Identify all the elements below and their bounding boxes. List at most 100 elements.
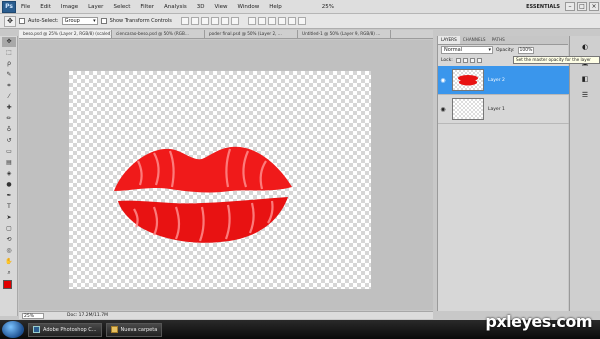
align-left-icon[interactable] (210, 17, 219, 25)
marquee-tool-icon[interactable]: ⬚ (2, 48, 16, 58)
photoshop-icon (33, 326, 40, 333)
adjustments-icon[interactable]: ◐ (578, 42, 592, 52)
document-tab-label: beso.psd @ 25% (Layer 2, RGB/8) (scaled) (23, 31, 112, 36)
taskbar-item-label: Nueva carpeta (120, 326, 158, 333)
shape-tool-icon[interactable]: ▢ (2, 224, 16, 234)
lock-image-icon[interactable] (462, 57, 468, 63)
document-tab[interactable]: beso.psd @ 25% (Layer 2, RGB/8) (scaled) (19, 30, 112, 38)
eraser-tool-icon[interactable]: ▭ (2, 147, 16, 157)
styles-icon[interactable]: ◧ (578, 74, 592, 84)
menu-3d[interactable]: 3D (192, 4, 210, 10)
layer-row[interactable]: ◉ Layer 2 (438, 66, 569, 95)
healing-brush-icon[interactable]: ✚ (2, 103, 16, 113)
tab-paths[interactable]: PATHS (489, 36, 508, 44)
distribute-left-icon[interactable] (277, 17, 286, 25)
document-tab[interactable]: Untitled-1 @ 50% (Layer 9, RGB/8) ... (298, 30, 391, 38)
lasso-tool-icon[interactable]: ρ (2, 59, 16, 69)
menu-help[interactable]: Help (264, 4, 287, 10)
layer-thumbnail (452, 98, 484, 120)
align-middle-icon[interactable] (190, 17, 199, 25)
align-top-icon[interactable] (180, 17, 189, 25)
show-transform-checkbox[interactable] (100, 18, 107, 24)
align-buttons (180, 17, 239, 25)
document-tab-label: poder final.psd @ 50% (Layer 2, ... (209, 31, 282, 36)
menu-file[interactable]: File (16, 4, 35, 10)
workspace-switcher[interactable]: ESSENTIALS (522, 3, 564, 11)
document-tab-label: ciencarao-beso.psd @ 50% (RGB... (116, 31, 189, 36)
zoom-level-menu[interactable]: 25% (317, 4, 339, 10)
options-bar: ✥ Auto-Select: Group Show Transform Cont… (0, 14, 600, 29)
close-icon[interactable]: × (589, 2, 599, 11)
eyedropper-tool-icon[interactable]: ⁄ (2, 92, 16, 102)
gradient-tool-icon[interactable]: ▤ (2, 158, 16, 168)
lock-position-icon[interactable] (469, 57, 475, 63)
quick-select-tool-icon[interactable]: ✎ (2, 70, 16, 80)
tab-layers[interactable]: LAYERS (438, 36, 460, 44)
tab-channels[interactable]: CHANNELS (460, 36, 489, 44)
windows-start-icon[interactable] (2, 321, 24, 338)
distribute-right-icon[interactable] (297, 17, 306, 25)
brush-tool-icon[interactable]: ✏ (2, 114, 16, 124)
document-tab-label: Untitled-1 @ 50% (Layer 9, RGB/8) ... (302, 31, 381, 36)
menu-select[interactable]: Select (108, 4, 135, 10)
menu-filter[interactable]: Filter (135, 4, 159, 10)
taskbar-photoshop[interactable]: Adobe Photoshop C... (28, 322, 102, 337)
clone-stamp-icon[interactable]: ♁ (2, 125, 16, 135)
type-tool-icon[interactable]: T (2, 202, 16, 212)
visibility-eye-icon[interactable]: ◉ (438, 77, 448, 84)
distribute-middle-icon[interactable] (257, 17, 266, 25)
toolbox: ✥ ⬚ ρ ✎ ⌗ ⁄ ✚ ✏ ♁ ↺ ▭ ▤ ◈ ● ✒ T ➤ ▢ ⟲ ◎ … (0, 36, 18, 316)
panel-tabs: LAYERS CHANNELS PATHS (438, 36, 568, 45)
document-tab[interactable]: ciencarao-beso.psd @ 50% (RGB... (112, 30, 205, 38)
3d-orbit-icon[interactable]: ◎ (2, 246, 16, 256)
menu-analysis[interactable]: Analysis (159, 4, 192, 10)
align-right-icon[interactable] (230, 17, 239, 25)
pen-tool-icon[interactable]: ✒ (2, 191, 16, 201)
maximize-icon[interactable]: □ (577, 2, 587, 11)
history-brush-icon[interactable]: ↺ (2, 136, 16, 146)
lock-all-icon[interactable] (476, 57, 482, 63)
document-tab[interactable]: poder final.psd @ 50% (Layer 2, ... (205, 30, 298, 38)
menu-window[interactable]: Window (233, 4, 265, 10)
pxleyes-watermark: pxleyes.com (485, 312, 592, 331)
menu-bar: Ps File Edit Image Layer Select Filter A… (0, 0, 600, 14)
align-bottom-icon[interactable] (200, 17, 209, 25)
menu-image[interactable]: Image (56, 4, 83, 10)
hand-tool-icon[interactable]: ✋ (2, 257, 16, 267)
blend-row: Normal Opacity: 100% (438, 45, 568, 55)
move-tool-preset-icon[interactable]: ✥ (4, 15, 16, 27)
lock-transparency-icon[interactable] (455, 57, 461, 63)
layer-row[interactable]: ◉ Layer 1 (438, 95, 569, 124)
status-bar: 25% Doc: 17.2M/11.7M (19, 311, 433, 319)
opacity-tooltip: Set the master opacity for the layer (513, 56, 600, 64)
visibility-eye-icon[interactable]: ◉ (438, 106, 448, 113)
distribute-top-icon[interactable] (247, 17, 256, 25)
blend-mode-dropdown[interactable]: Normal (441, 46, 493, 54)
opacity-input[interactable]: 100% (517, 46, 534, 54)
blur-tool-icon[interactable]: ◈ (2, 169, 16, 179)
distribute-center-icon[interactable] (287, 17, 296, 25)
auto-select-dropdown[interactable]: Group (61, 17, 98, 25)
move-tool-icon[interactable]: ✥ (2, 37, 16, 47)
lock-label: Lock: (441, 57, 453, 63)
show-transform-label: Show Transform Controls (109, 18, 172, 24)
layers-list: ◉ Layer 2 ◉ Layer 1 (438, 66, 569, 124)
zoom-tool-icon[interactable]: ⌕ (2, 268, 16, 278)
distribute-bottom-icon[interactable] (267, 17, 276, 25)
foreground-color-swatch[interactable] (3, 280, 12, 289)
dodge-tool-icon[interactable]: ● (2, 180, 16, 190)
path-select-icon[interactable]: ➤ (2, 213, 16, 223)
align-center-icon[interactable] (220, 17, 229, 25)
opacity-label: Opacity: (496, 47, 515, 53)
menu-edit[interactable]: Edit (35, 4, 56, 10)
minimize-icon[interactable]: – (565, 2, 575, 11)
3d-rotate-icon[interactable]: ⟲ (2, 235, 16, 245)
taskbar-folder[interactable]: Nueva carpeta (105, 322, 163, 337)
history-icon[interactable]: ☰ (578, 90, 592, 100)
auto-select-checkbox[interactable] (19, 18, 25, 24)
taskbar-item-label: Adobe Photoshop C... (43, 326, 97, 333)
zoom-input[interactable]: 25% (22, 312, 44, 319)
menu-layer[interactable]: Layer (83, 4, 108, 10)
menu-view[interactable]: View (209, 4, 232, 10)
crop-tool-icon[interactable]: ⌗ (2, 81, 16, 91)
